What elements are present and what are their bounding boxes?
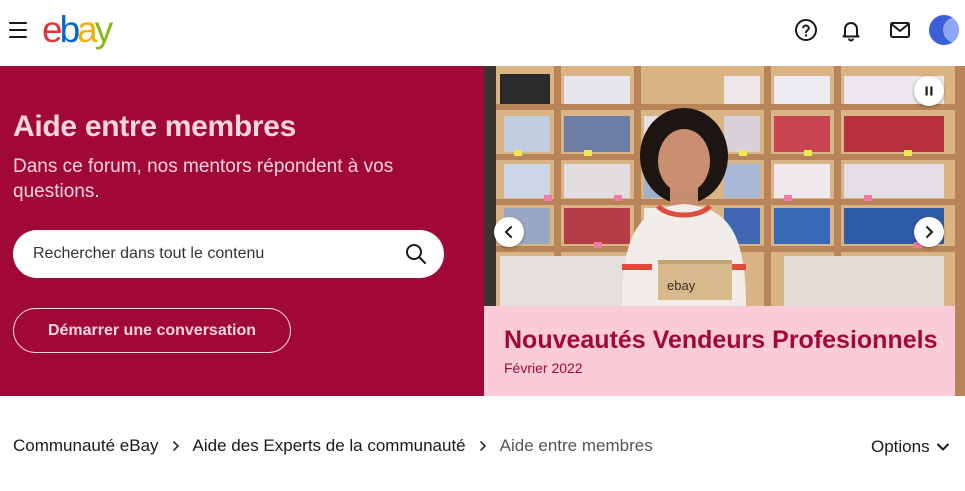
bell-icon[interactable] xyxy=(838,17,864,43)
start-conversation-button[interactable]: Démarrer une conversation xyxy=(13,308,291,353)
carousel-next-button[interactable] xyxy=(914,217,944,247)
chevron-right-icon xyxy=(171,439,181,453)
pause-icon xyxy=(925,86,933,96)
ebay-logo[interactable]: ebay xyxy=(42,8,113,52)
mail-icon[interactable] xyxy=(887,17,913,43)
search-icon[interactable] xyxy=(404,242,428,266)
logo-letter: b xyxy=(59,9,81,50)
breadcrumb: Communauté eBay Aide des Experts de la c… xyxy=(13,435,653,457)
carousel-pause-button[interactable] xyxy=(914,76,944,106)
breadcrumb-community[interactable]: Communauté eBay xyxy=(13,436,159,456)
slide-title[interactable]: Nouveautés Vendeurs Profesionnels xyxy=(504,326,937,355)
help-icon[interactable] xyxy=(793,17,819,43)
page-subtitle: Dans ce forum, nos mentors répondent à v… xyxy=(13,156,394,202)
carousel-image: ebay xyxy=(484,66,955,306)
carousel-caption[interactable]: Nouveautés Vendeurs Profesionnels Févrie… xyxy=(484,306,955,396)
logo-letter: e xyxy=(42,9,63,50)
chevron-right-icon xyxy=(926,226,934,238)
chevron-down-icon xyxy=(936,443,949,451)
site-header: ebay xyxy=(0,0,965,66)
logo-letter: a xyxy=(77,9,98,50)
menu-icon[interactable] xyxy=(9,22,29,40)
hero-panel: Aide entre membres Dans ce forum, nos me… xyxy=(0,66,484,396)
next-slide-peek xyxy=(955,66,965,396)
options-menu-button[interactable]: Options xyxy=(871,437,950,457)
box-label: ebay xyxy=(667,278,696,293)
breadcrumb-experts[interactable]: Aide des Experts de la communauté xyxy=(193,436,466,456)
carousel-prev-button[interactable] xyxy=(494,217,524,247)
search-input[interactable] xyxy=(33,242,393,266)
user-avatar[interactable] xyxy=(929,15,959,45)
slide-date: Février 2022 xyxy=(504,360,583,376)
search-bar xyxy=(13,230,444,278)
chevron-right-icon xyxy=(478,439,488,453)
page-title: Aide entre membres xyxy=(13,110,297,143)
chevron-left-icon xyxy=(504,226,512,238)
logo-letter: y xyxy=(94,9,113,50)
hero-banner: Aide entre membres Dans ce forum, nos me… xyxy=(0,66,965,396)
options-label: Options xyxy=(871,437,930,456)
carousel: ebay Nouveautés Vendeurs Profesionnels F… xyxy=(484,66,955,396)
breadcrumb-current: Aide entre membres xyxy=(499,436,653,455)
